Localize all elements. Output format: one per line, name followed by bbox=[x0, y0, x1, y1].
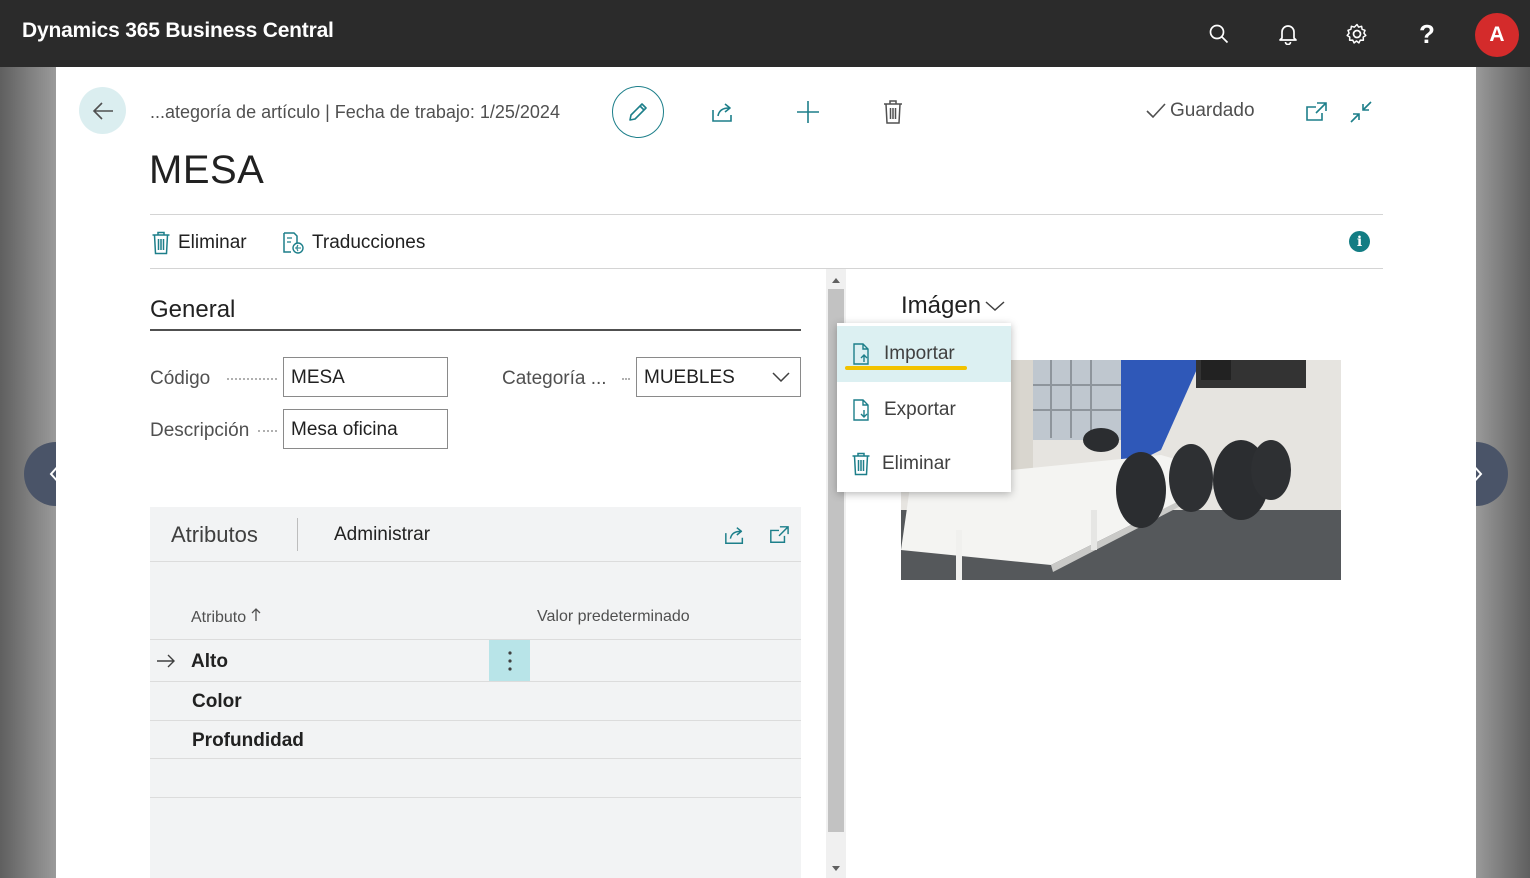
gear-icon[interactable] bbox=[1341, 18, 1373, 50]
translations-action-label: Traducciones bbox=[312, 232, 426, 253]
attributes-part bbox=[150, 507, 801, 878]
code-label: Código bbox=[150, 368, 211, 389]
saved-label: Guardado bbox=[1170, 100, 1255, 121]
category-value: MUEBLES bbox=[644, 367, 735, 388]
info-icon[interactable]: i bbox=[1349, 231, 1370, 252]
delete-action-label: Eliminar bbox=[178, 232, 247, 253]
edit-button[interactable] bbox=[612, 86, 664, 138]
import-menu-item[interactable]: Importar bbox=[837, 326, 1011, 382]
export-file-icon bbox=[853, 399, 869, 421]
delete-action[interactable]: Eliminar bbox=[151, 231, 247, 255]
open-new-window-icon[interactable] bbox=[1301, 97, 1331, 127]
scroll-up-icon[interactable] bbox=[831, 277, 841, 284]
picture-actions-menu: Importar Exportar Eliminar bbox=[837, 323, 1011, 492]
delete-picture-menu-item[interactable]: Eliminar bbox=[837, 436, 1011, 492]
share-icon[interactable] bbox=[720, 520, 750, 550]
trash-icon bbox=[152, 231, 170, 255]
delete-record-icon[interactable] bbox=[878, 97, 908, 127]
row-actions-button[interactable] bbox=[489, 640, 530, 681]
export-menu-item[interactable]: Exportar bbox=[837, 382, 1011, 438]
divider bbox=[150, 758, 801, 759]
column-header-attribute-label: Atributo bbox=[191, 609, 247, 626]
more-vertical-icon bbox=[507, 650, 512, 671]
table-row[interactable]: Alto bbox=[191, 651, 228, 673]
scroll-down-icon[interactable] bbox=[831, 865, 841, 872]
trash-icon bbox=[852, 452, 870, 476]
column-header-attribute[interactable]: Atributo bbox=[191, 608, 261, 627]
sort-ascending-icon bbox=[251, 608, 261, 621]
avatar[interactable]: A bbox=[1475, 13, 1519, 57]
divider bbox=[150, 681, 801, 682]
description-field[interactable]: Mesa oficina bbox=[283, 409, 448, 449]
chevron-down-icon bbox=[985, 301, 1005, 312]
export-label: Exportar bbox=[884, 399, 956, 420]
share-icon[interactable] bbox=[708, 97, 738, 127]
divider bbox=[150, 214, 1383, 215]
translations-action[interactable]: Traducciones bbox=[282, 231, 425, 255]
page-title: MESA bbox=[149, 148, 265, 192]
row-arrow-icon bbox=[157, 654, 175, 668]
label-leader bbox=[227, 378, 277, 380]
table-row[interactable]: Color bbox=[192, 691, 242, 713]
picture-title-label: Imágen bbox=[901, 292, 982, 319]
app-title: Dynamics 365 Business Central bbox=[22, 19, 334, 42]
import-label: Importar bbox=[884, 343, 955, 364]
chevron-down-icon bbox=[772, 372, 790, 383]
import-file-icon bbox=[853, 343, 869, 365]
divider bbox=[150, 797, 801, 798]
manage-action[interactable]: Administrar bbox=[334, 524, 430, 546]
divider bbox=[150, 268, 1383, 269]
app-bar: Dynamics 365 Business Central ? A bbox=[0, 0, 1530, 67]
search-icon[interactable] bbox=[1203, 18, 1235, 50]
breadcrumb: ...ategoría de artículo | Fecha de traba… bbox=[150, 102, 560, 122]
arrow-left-icon bbox=[92, 101, 113, 120]
section-underline bbox=[150, 329, 801, 331]
pencil-icon bbox=[629, 103, 647, 121]
divider bbox=[150, 720, 801, 721]
column-header-default-value[interactable]: Valor predeterminado bbox=[537, 608, 690, 626]
bell-icon[interactable] bbox=[1272, 18, 1304, 50]
description-label: Descripción bbox=[150, 420, 250, 441]
picture-factbox-title[interactable]: Imágen bbox=[901, 292, 1005, 320]
general-section-title[interactable]: General bbox=[150, 296, 235, 324]
divider bbox=[150, 561, 801, 562]
label-leader bbox=[622, 378, 630, 380]
collapse-icon[interactable] bbox=[1346, 97, 1376, 127]
label-leader bbox=[258, 430, 277, 432]
code-field[interactable]: MESA bbox=[283, 357, 448, 397]
add-icon[interactable] bbox=[793, 97, 823, 127]
category-label: Categoría ... bbox=[502, 368, 607, 389]
translate-icon bbox=[283, 232, 304, 254]
category-select[interactable]: MUEBLES bbox=[636, 357, 801, 397]
saved-status: Guardado bbox=[1145, 100, 1255, 122]
divider bbox=[150, 639, 801, 640]
back-button[interactable] bbox=[79, 87, 126, 134]
delete-picture-label: Eliminar bbox=[882, 453, 951, 474]
open-new-window-icon[interactable] bbox=[764, 520, 794, 550]
tab-separator bbox=[297, 518, 298, 551]
table-row[interactable]: Profundidad bbox=[192, 730, 304, 752]
attributes-tab[interactable]: Atributos bbox=[171, 522, 258, 548]
help-icon[interactable]: ? bbox=[1411, 18, 1443, 50]
annotation-underline bbox=[845, 366, 967, 370]
check-icon bbox=[1146, 103, 1166, 119]
